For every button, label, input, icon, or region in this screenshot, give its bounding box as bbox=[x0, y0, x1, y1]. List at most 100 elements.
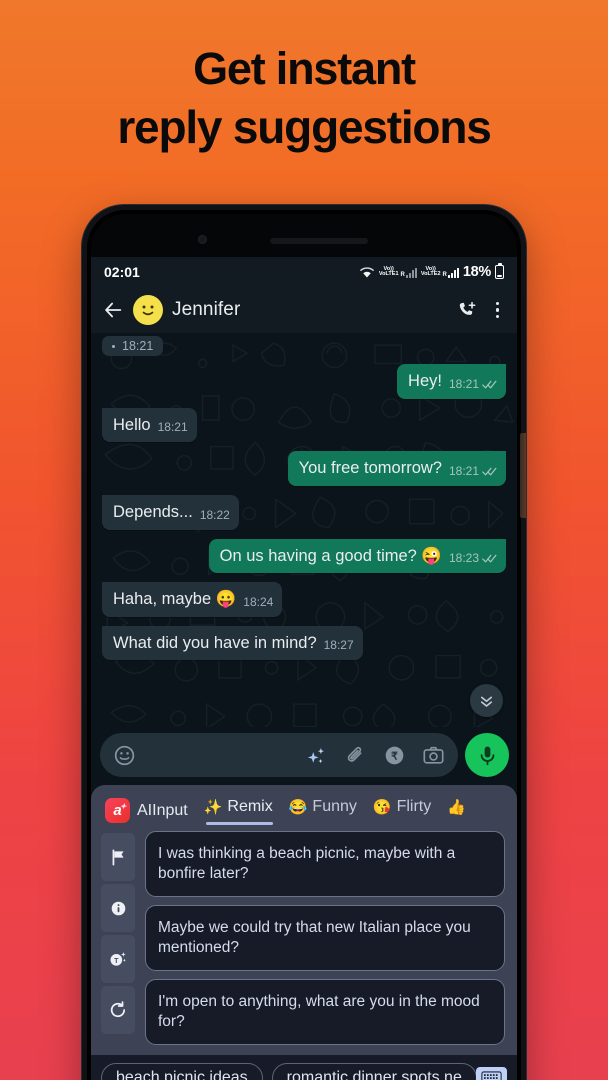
message-row[interactable]: On us having a good time? 😜 18:23 bbox=[102, 538, 506, 574]
translate-button[interactable]: T bbox=[101, 935, 135, 983]
paperclip-icon[interactable] bbox=[344, 744, 367, 767]
messages-scroll-container: 18:21 Hey! 18:21 Hello 18:21 You free to… bbox=[102, 333, 506, 661]
report-button[interactable] bbox=[101, 833, 135, 881]
headline-line-1: Get instant bbox=[193, 43, 416, 94]
regenerate-button[interactable] bbox=[101, 986, 135, 1034]
message-bubble-received[interactable]: Haha, maybe 😛 18:24 bbox=[102, 582, 283, 617]
ai-brand[interactable]: a ✦ AIInput bbox=[105, 798, 188, 823]
camera-icon[interactable] bbox=[422, 744, 445, 767]
input-actions: ₹ bbox=[305, 744, 445, 767]
battery-percent: 18% bbox=[462, 264, 491, 280]
info-icon bbox=[111, 901, 125, 915]
smiley-avatar-icon bbox=[142, 305, 154, 316]
keyboard-icon bbox=[481, 1071, 502, 1080]
earpiece-speaker bbox=[270, 238, 368, 244]
chevron-double-down-icon bbox=[480, 696, 493, 707]
tab-flirty-label: Flirty bbox=[396, 798, 432, 815]
date-chip-dot bbox=[112, 344, 115, 348]
suggestion-card[interactable]: Maybe we could try that new Italian plac… bbox=[145, 905, 505, 971]
back-arrow-icon[interactable] bbox=[102, 299, 124, 321]
battery-icon bbox=[495, 263, 504, 279]
page-headline: Get instant reply suggestions bbox=[0, 40, 608, 156]
tab-funny-label: Funny bbox=[312, 798, 357, 815]
message-input-bar: ₹ bbox=[91, 727, 517, 785]
more-options-icon[interactable] bbox=[493, 300, 503, 321]
message-row[interactable]: Haha, maybe 😛 18:24 bbox=[102, 582, 506, 617]
message-row[interactable]: You free tomorrow? 18:21 bbox=[102, 451, 506, 486]
message-list[interactable]: 18:21 Hey! 18:21 Hello 18:21 You free to… bbox=[91, 333, 517, 727]
tab-funny-emoji: 😂 bbox=[288, 798, 308, 816]
status-bar-time: 02:01 bbox=[104, 264, 140, 280]
info-button[interactable] bbox=[101, 884, 135, 932]
power-button[interactable] bbox=[520, 433, 526, 518]
front-camera-icon bbox=[198, 235, 207, 244]
message-text: Haha, maybe 😛 bbox=[113, 590, 237, 609]
ai-panel-body: T I was thinking a beach picnic, maybe w… bbox=[91, 827, 517, 1055]
message-text: Hello bbox=[113, 415, 151, 434]
message-meta: 18:22 bbox=[200, 508, 230, 523]
microphone-icon bbox=[480, 745, 494, 765]
status-bar: 02:01 Vo)) VoLTE1 R Vo)) VoLTE2 R 18% bbox=[91, 257, 517, 287]
message-text: Hey! bbox=[408, 372, 442, 390]
message-row[interactable]: Hello 18:21 bbox=[102, 407, 506, 443]
message-time: 18:24 bbox=[243, 594, 274, 609]
text-input-pill[interactable]: ₹ bbox=[100, 733, 458, 777]
contact-name[interactable]: Jennifer bbox=[172, 299, 240, 321]
message-time: 18:23 bbox=[448, 551, 479, 566]
sim1-roaming: R bbox=[400, 271, 405, 278]
phone-mockup: 02:01 Vo)) VoLTE1 R Vo)) VoLTE2 R 18% Je… bbox=[82, 205, 526, 1080]
rupee-icon[interactable]: ₹ bbox=[383, 744, 406, 767]
tab-funny[interactable]: 😂 Funny bbox=[289, 798, 357, 823]
chip-romantic-dinner-spots[interactable]: romantic dinner spots ne bbox=[271, 1063, 477, 1080]
sim1-signal-bars bbox=[405, 267, 417, 278]
translate-sparkle-icon: T bbox=[110, 952, 126, 966]
phone-screen: 02:01 Vo)) VoLTE1 R Vo)) VoLTE2 R 18% Je… bbox=[91, 257, 517, 1080]
date-chip: 18:21 bbox=[102, 336, 164, 356]
keyboard-toggle-button[interactable] bbox=[476, 1067, 507, 1080]
sim2-label: VoLTE2 bbox=[420, 271, 441, 277]
suggestion-chips-bar: beach picnic ideas romantic dinner spots… bbox=[91, 1055, 517, 1080]
phone-add-icon[interactable] bbox=[456, 300, 477, 321]
tab-remix-label: Remix bbox=[227, 798, 273, 815]
date-divider-row: 18:21 bbox=[102, 336, 506, 356]
tab-remix[interactable]: ✨ Remix bbox=[204, 798, 273, 825]
sim1-label: VoLTE1 bbox=[378, 271, 399, 277]
message-meta: 18:21 bbox=[449, 377, 497, 392]
message-bubble-received[interactable]: What did you have in mind? 18:27 bbox=[102, 625, 363, 661]
message-time: 18:27 bbox=[323, 638, 354, 653]
ai-side-actions: T bbox=[101, 831, 135, 1045]
sim2-signal-bars bbox=[447, 267, 459, 278]
message-time: 18:21 bbox=[448, 463, 479, 478]
emoji-icon bbox=[114, 745, 135, 765]
message-bubble-received[interactable]: Depends... 18:22 bbox=[102, 494, 239, 530]
message-meta: 18:27 bbox=[324, 638, 354, 653]
suggestion-card[interactable]: I'm open to anything, what are you in th… bbox=[145, 979, 505, 1045]
sim2-roaming: R bbox=[442, 271, 447, 278]
message-meta: 18:21 bbox=[158, 420, 188, 435]
scroll-to-bottom-button[interactable] bbox=[470, 684, 503, 717]
read-receipt-icon bbox=[482, 554, 497, 563]
tab-thumbsup[interactable]: 👍 bbox=[447, 800, 466, 822]
message-text: What did you have in mind? bbox=[113, 633, 317, 652]
message-row[interactable]: Depends... 18:22 bbox=[102, 494, 506, 530]
suggestion-text: Maybe we could try that new Italian plac… bbox=[158, 919, 471, 956]
message-bubble-sent[interactable]: Hey! 18:21 bbox=[397, 364, 506, 399]
ai-brand-name: AIInput bbox=[137, 801, 188, 819]
suggestion-card[interactable]: I was thinking a beach picnic, maybe wit… bbox=[145, 831, 505, 897]
ai-suggestion-list: I was thinking a beach picnic, maybe wit… bbox=[145, 831, 505, 1045]
message-bubble-sent[interactable]: On us having a good time? 😜 18:23 bbox=[208, 538, 506, 574]
voice-record-button[interactable] bbox=[465, 733, 509, 777]
refresh-icon bbox=[110, 1001, 126, 1018]
message-meta: 18:23 bbox=[449, 551, 497, 566]
message-bubble-sent[interactable]: You free tomorrow? 18:21 bbox=[287, 451, 506, 486]
avatar[interactable] bbox=[133, 295, 163, 325]
svg-text:₹: ₹ bbox=[391, 750, 398, 762]
message-row[interactable]: Hey! 18:21 bbox=[102, 364, 506, 399]
ai-sparkle-icon[interactable] bbox=[305, 744, 328, 767]
message-row[interactable]: What did you have in mind? 18:27 bbox=[102, 625, 506, 661]
message-text: You free tomorrow? bbox=[298, 459, 442, 478]
emoji-button[interactable] bbox=[113, 744, 136, 767]
tab-flirty[interactable]: 😘 Flirty bbox=[373, 798, 431, 823]
message-bubble-received[interactable]: Hello 18:21 bbox=[102, 407, 197, 443]
chip-beach-picnic-ideas[interactable]: beach picnic ideas bbox=[101, 1063, 263, 1080]
